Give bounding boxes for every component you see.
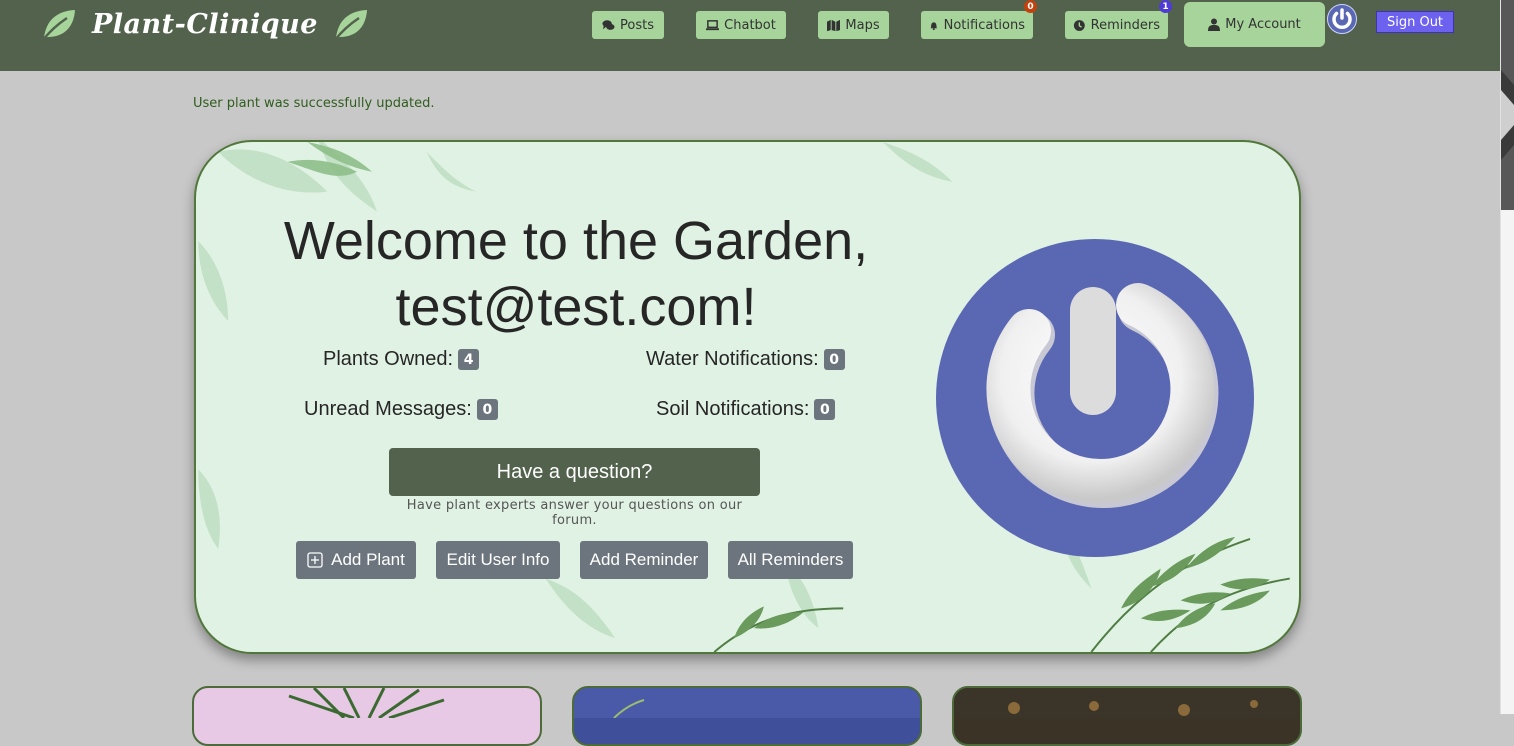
power-icon	[986, 283, 1219, 508]
welcome-heading: Welcome to the Garden, test@test.com!	[276, 208, 876, 340]
water-notifications-badge: 0	[823, 349, 845, 370]
edit-user-info-button[interactable]: Edit User Info	[436, 541, 560, 579]
notifications-label: Notifications	[943, 17, 1025, 33]
reminders-count-badge: 1	[1159, 0, 1172, 13]
profile-avatar	[936, 239, 1254, 557]
unread-messages-badge: 0	[476, 399, 498, 420]
plant-card[interactable]	[952, 686, 1302, 746]
plant-card[interactable]	[192, 686, 542, 746]
plants-owned-label: Plants Owned:	[323, 348, 454, 370]
bell-icon	[930, 21, 938, 30]
maps-nav-button[interactable]: Maps	[818, 11, 889, 39]
soil-notifications-stat: Soil Notifications: 0	[656, 398, 836, 421]
navbar: Plant-Clinique Posts Chatbot Maps Notifi…	[0, 0, 1500, 71]
chatbot-label: Chatbot	[724, 17, 776, 33]
unread-messages-label: Unread Messages:	[304, 398, 472, 420]
plants-owned-badge: 4	[458, 349, 480, 370]
plus-square-icon	[307, 552, 323, 568]
clock-icon	[1073, 19, 1085, 31]
notifications-count-badge: 0	[1024, 0, 1037, 13]
my-account-button[interactable]: My Account	[1184, 2, 1325, 47]
leaf-icon	[333, 10, 367, 41]
add-plant-label: Add Plant	[331, 550, 405, 569]
welcome-user-email: test@test.com!	[395, 277, 757, 337]
power-icon	[1332, 8, 1352, 29]
add-plant-button[interactable]: Add Plant	[296, 541, 416, 579]
scrollbar-decoration	[1501, 70, 1514, 160]
welcome-card: Welcome to the Garden, test@test.com! Pl…	[194, 140, 1301, 654]
all-reminders-button[interactable]: All Reminders	[728, 541, 853, 579]
have-a-question-button[interactable]: Have a question?	[389, 448, 760, 496]
brand-name: Plant-Clinique	[92, 8, 318, 40]
add-reminder-button[interactable]: Add Reminder	[580, 541, 708, 579]
maps-label: Maps	[845, 17, 880, 33]
comments-icon	[602, 19, 615, 30]
chatbot-nav-button[interactable]: Chatbot	[696, 11, 786, 39]
plant-card[interactable]	[572, 686, 922, 746]
posts-nav-button[interactable]: Posts	[592, 11, 664, 39]
notifications-nav-button[interactable]: Notifications 0	[921, 0, 1037, 39]
flash-message: User plant was successfully updated.	[193, 96, 435, 111]
water-notifications-label: Water Notifications:	[646, 348, 819, 370]
water-notifications-stat: Water Notifications: 0	[646, 348, 845, 371]
my-account-label: My Account	[1225, 17, 1301, 32]
brand[interactable]: Plant-Clinique	[40, 4, 370, 44]
avatar[interactable]	[1327, 4, 1357, 34]
sign-out-button[interactable]: Sign Out	[1376, 11, 1454, 33]
unread-messages-stat: Unread Messages: 0	[304, 398, 498, 421]
plants-owned-stat: Plants Owned: 4	[323, 348, 480, 371]
soil-notifications-label: Soil Notifications:	[656, 398, 810, 420]
user-icon	[1208, 18, 1221, 31]
leaf-icon	[42, 10, 75, 41]
welcome-line-1: Welcome to the Garden,	[283, 211, 869, 271]
soil-notifications-badge: 0	[814, 399, 836, 420]
question-subtext: Have plant experts answer your questions…	[406, 498, 743, 528]
posts-label: Posts	[620, 17, 654, 33]
map-icon	[827, 19, 841, 31]
reminders-label: Reminders	[1090, 17, 1160, 33]
laptop-icon	[706, 19, 720, 30]
reminders-nav-button[interactable]: Reminders 1	[1065, 0, 1172, 39]
